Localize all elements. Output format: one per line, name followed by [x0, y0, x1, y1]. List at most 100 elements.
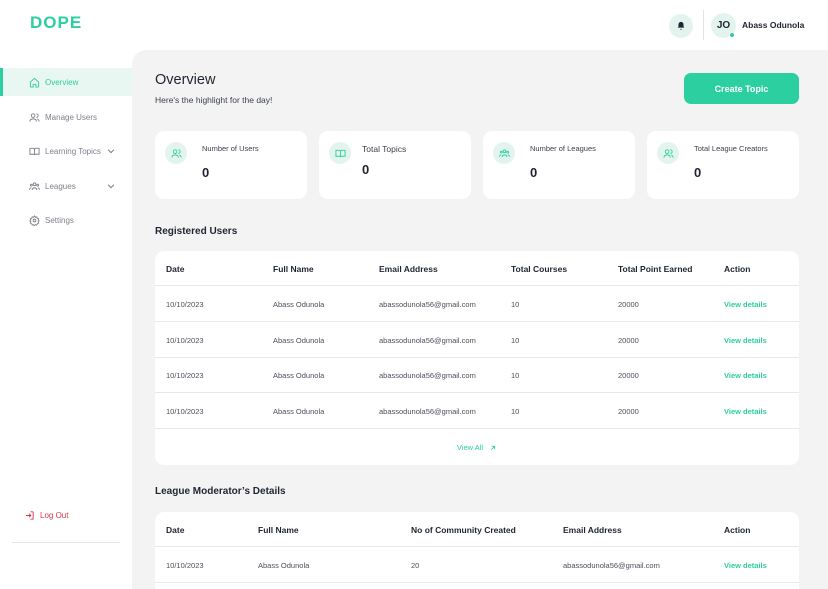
- table-header-row: Date Full Name Email Address Total Cours…: [155, 251, 799, 286]
- date-cell: 10/10/2023: [166, 336, 204, 345]
- bell-icon: [677, 21, 685, 30]
- column-header: Full Name: [273, 263, 314, 274]
- create-topic-button[interactable]: Create Topic: [684, 73, 799, 104]
- stat-value: 0: [362, 162, 370, 177]
- date-cell: 10/10/2023: [166, 561, 204, 570]
- email-cell: abassodunola56@gmail.com: [379, 300, 476, 309]
- stat-label: Number of Users: [202, 144, 259, 153]
- app-logo[interactable]: DOPE: [30, 13, 82, 33]
- column-header: Email Address: [379, 263, 438, 274]
- points-cell: 20000: [618, 407, 639, 416]
- stat-label: Total League Creators: [694, 144, 768, 153]
- column-header: Date: [166, 524, 185, 535]
- column-header: Total Point Earned: [618, 263, 693, 274]
- table-row: 10/10/2023 Abass Odunola abassodunola56@…: [155, 287, 799, 322]
- stat-card-users: Number of Users 0: [155, 131, 307, 199]
- column-header: Action: [724, 263, 751, 274]
- users-icon: [165, 142, 187, 164]
- date-cell: 10/10/2023: [166, 371, 204, 380]
- points-cell: 20000: [618, 371, 639, 380]
- logout-button[interactable]: Log Out: [24, 509, 68, 521]
- sidebar-item-label: Learning Topics: [45, 146, 101, 156]
- email-cell: abassodunola56@gmail.com: [379, 407, 476, 416]
- main-content: Overview Here's the highlight for the da…: [132, 50, 828, 589]
- group-icon: [28, 180, 40, 192]
- column-header: Total Courses: [511, 263, 568, 274]
- moderators-title: League Moderator’s Details: [155, 486, 286, 497]
- stat-card-topics: Total Topics 0: [319, 131, 471, 199]
- sidebar-item-label: Leagues: [45, 181, 76, 191]
- name-cell: Abass Odunola: [273, 371, 325, 380]
- sidebar-item-leagues[interactable]: Leagues: [0, 172, 132, 200]
- sidebar-item-learning-topics[interactable]: Learning Topics: [0, 137, 132, 165]
- avatar[interactable]: JO: [711, 13, 736, 38]
- email-cell: abassodunola56@gmail.com: [379, 371, 476, 380]
- gear-icon: [28, 214, 40, 226]
- column-header: Action: [724, 524, 751, 535]
- courses-cell: 10: [511, 300, 520, 309]
- column-header: No of Community Created: [411, 524, 516, 535]
- stat-label: Number of Leagues: [530, 144, 596, 153]
- communities-cell: 20: [411, 561, 420, 570]
- email-cell: abassodunola56@gmail.com: [563, 561, 660, 570]
- view-details-link[interactable]: View details: [724, 358, 767, 393]
- view-details-link[interactable]: View details: [724, 394, 767, 429]
- sidebar-item-label: Settings: [45, 215, 74, 225]
- page-subtitle: Here's the highlight for the day!: [155, 95, 273, 105]
- group-icon: [493, 142, 515, 164]
- header-divider: [703, 10, 704, 40]
- stat-card-league-creators: Total League Creators 0: [647, 131, 799, 199]
- registered-users-table: Date Full Name Email Address Total Cours…: [155, 251, 799, 465]
- moderators-table: Date Full Name No of Community Created E…: [155, 512, 799, 589]
- courses-cell: 10: [511, 371, 520, 380]
- registered-users-title: Registered Users: [155, 226, 238, 237]
- column-header: Email Address: [563, 524, 622, 535]
- chevron-down-icon[interactable]: [106, 181, 116, 191]
- sidebar-item-overview[interactable]: Overview: [0, 68, 132, 96]
- arrow-up-right-icon: [491, 445, 496, 450]
- view-details-link[interactable]: View details: [724, 548, 767, 583]
- courses-cell: 10: [511, 336, 520, 345]
- logout-label: Log Out: [40, 510, 69, 520]
- stat-label: Total Topics: [362, 144, 407, 154]
- stat-value: 0: [202, 165, 210, 180]
- points-cell: 20000: [618, 300, 639, 309]
- user-name[interactable]: Abass Odunola: [742, 20, 804, 30]
- sidebar-item-manage-users[interactable]: Manage Users: [0, 103, 132, 131]
- page-title: Overview: [155, 72, 216, 88]
- email-cell: abassodunola56@gmail.com: [379, 336, 476, 345]
- view-details-link[interactable]: View details: [724, 323, 767, 358]
- table-row: 10/10/2023 Abass Odunola 20 abassodunola…: [155, 548, 799, 583]
- name-cell: Abass Odunola: [273, 300, 325, 309]
- table-row: 10/10/2023 Abass Odunola abassodunola56@…: [155, 394, 799, 429]
- home-icon: [28, 76, 40, 88]
- sidebar-item-label: Manage Users: [45, 112, 98, 122]
- sidebar-item-label: Overview: [45, 77, 79, 87]
- stat-card-leagues: Number of Leagues 0: [483, 131, 635, 199]
- view-details-link[interactable]: View details: [724, 287, 767, 322]
- users-icon: [657, 142, 679, 164]
- top-bar: DOPE JO Abass Odunola: [0, 0, 828, 50]
- avatar-initials: JO: [716, 20, 731, 31]
- sidebar-item-settings[interactable]: Settings: [0, 206, 132, 234]
- book-icon: [28, 145, 40, 157]
- date-cell: 10/10/2023: [166, 407, 204, 416]
- name-cell: Abass Odunola: [258, 561, 310, 570]
- column-header: Full Name: [258, 524, 299, 535]
- book-icon: [329, 142, 351, 164]
- logout-icon: [24, 509, 36, 521]
- view-all-label: View All: [456, 443, 484, 452]
- view-all-link[interactable]: View All: [155, 430, 799, 465]
- table-header-row: Date Full Name No of Community Created E…: [155, 512, 799, 547]
- stat-value: 0: [694, 165, 702, 180]
- sidebar-divider: [12, 542, 120, 543]
- online-status-dot: [729, 32, 735, 38]
- courses-cell: 10: [511, 407, 520, 416]
- notifications-button[interactable]: [669, 14, 693, 38]
- users-icon: [28, 111, 40, 123]
- name-cell: Abass Odunola: [273, 336, 325, 345]
- points-cell: 20000: [618, 336, 639, 345]
- column-header: Date: [166, 263, 185, 274]
- table-row: 10/10/2023 Abass Odunola abassodunola56@…: [155, 323, 799, 358]
- chevron-down-icon[interactable]: [106, 146, 116, 156]
